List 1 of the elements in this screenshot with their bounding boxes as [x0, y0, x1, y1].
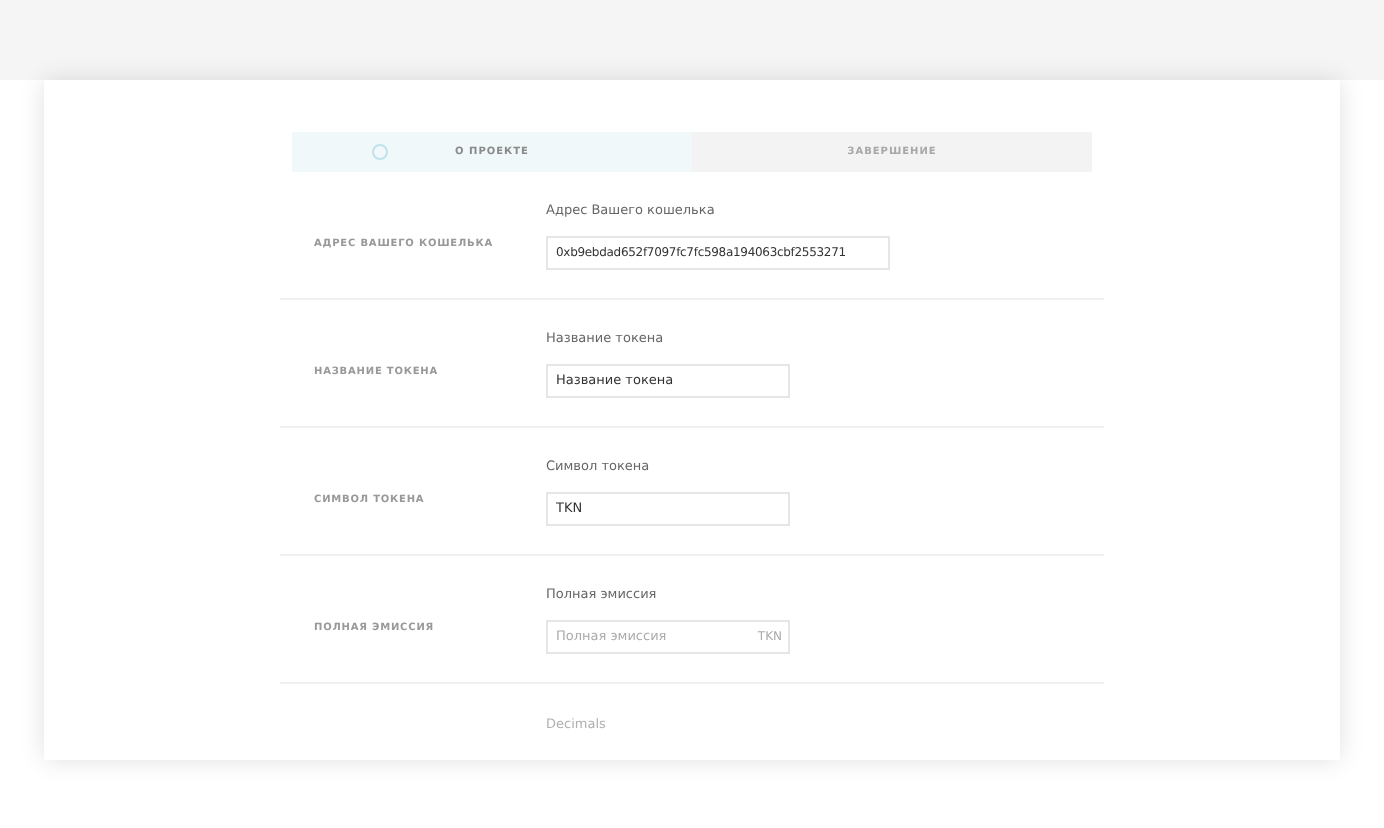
step-circle-icon	[372, 144, 388, 160]
